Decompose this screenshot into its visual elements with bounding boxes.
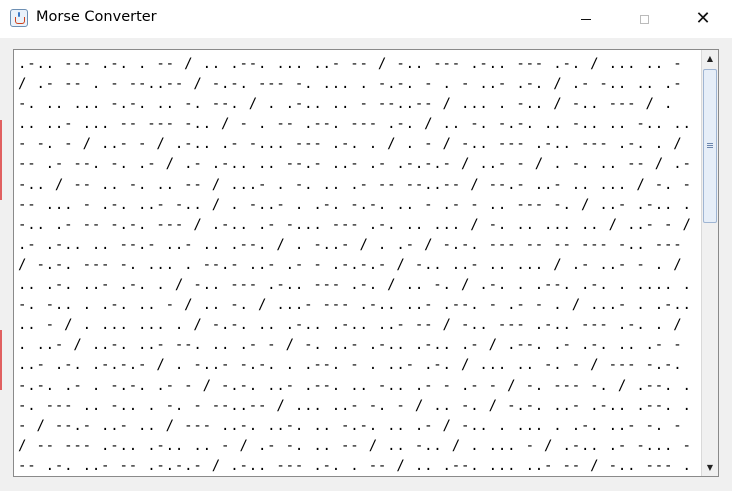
grip-line: [707, 147, 713, 148]
grip-line: [707, 145, 713, 146]
grip-line: [707, 143, 713, 144]
maximize-button[interactable]: [621, 0, 667, 38]
vertical-scrollbar[interactable]: ▲ ▼: [701, 50, 718, 476]
maximize-icon: [639, 14, 649, 24]
window-edge-accent: [0, 330, 2, 390]
morse-text-area[interactable]: .-.. --- .-. . -- / .. .--. ... ..- -- /…: [13, 49, 719, 477]
morse-output-text[interactable]: .-.. --- .-. . -- / .. .--. ... ..- -- /…: [18, 54, 700, 474]
java-cup-icon[interactable]: [10, 9, 28, 27]
close-icon: ✕: [695, 8, 711, 29]
minimize-icon: [581, 18, 591, 20]
title-bar[interactable]: Morse Converter ✕: [0, 0, 732, 38]
scroll-up-arrow-icon[interactable]: ▲: [702, 50, 718, 67]
minimize-button[interactable]: [563, 0, 609, 38]
scrollbar-thumb[interactable]: [703, 69, 717, 223]
scroll-down-arrow-icon[interactable]: ▼: [702, 459, 718, 476]
close-button[interactable]: ✕: [680, 0, 726, 38]
window-title: Morse Converter: [36, 9, 157, 25]
window-edge-accent: [0, 120, 2, 200]
